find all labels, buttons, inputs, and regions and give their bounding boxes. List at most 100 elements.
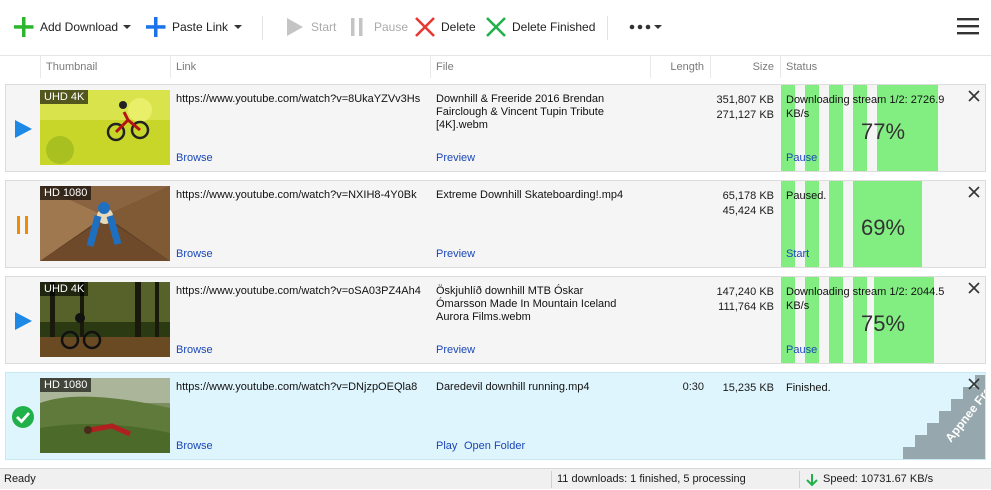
video-thumbnail: HD 1080 xyxy=(40,378,170,453)
progress-percent: 69% xyxy=(860,215,906,240)
column-file[interactable]: File xyxy=(430,56,650,78)
column-header: Thumbnail Link File Length Size Status xyxy=(0,56,991,78)
preview-link[interactable]: Preview xyxy=(436,344,475,356)
video-link: https://www.youtube.com/watch?v=oSA03PZ4… xyxy=(176,285,421,297)
progress-percent: 75% xyxy=(860,311,906,336)
quality-badge: HD 1080 xyxy=(40,186,92,200)
close-icon xyxy=(413,16,437,38)
size-downloaded: 45,424 KB xyxy=(722,205,774,217)
status-text: Paused. xyxy=(786,190,827,202)
speed-value: Speed: 10731.67 KB/s xyxy=(823,473,934,485)
hamburger-icon xyxy=(957,18,979,35)
preview-link[interactable]: Preview xyxy=(436,248,475,260)
file-name: Downhill & Freeride 2016 Brendan Fairclo… xyxy=(436,93,605,131)
quality-badge: UHD 4K xyxy=(40,90,89,104)
paste-link-label: Paste Link xyxy=(172,20,229,34)
browse-link[interactable]: Browse xyxy=(176,344,213,356)
close-icon[interactable] xyxy=(967,281,981,295)
column-thumbnail[interactable]: Thumbnail xyxy=(40,56,170,78)
delete-finished-label: Delete Finished xyxy=(512,20,596,34)
play-link[interactable]: Play xyxy=(436,440,457,452)
column-link[interactable]: Link xyxy=(170,56,430,78)
size-downloaded: 271,127 KB xyxy=(716,109,775,121)
pause-icon xyxy=(346,16,370,38)
start-link[interactable]: Start xyxy=(786,248,809,260)
file-size: 351,807 KB 271,127 KB xyxy=(706,93,775,123)
start-label: Start xyxy=(311,20,337,34)
more-dots-icon xyxy=(629,24,662,30)
video-length: 0:30 xyxy=(682,381,704,393)
open-folder-link[interactable]: Open Folder xyxy=(464,440,525,452)
toolbar-separator xyxy=(607,16,608,40)
download-arrow-icon xyxy=(806,473,818,486)
toolbar: Add Download Paste Link Start Pause Dele… xyxy=(0,0,991,56)
add-download-label: Add Download xyxy=(40,20,119,34)
size-downloaded: 111,764 KB xyxy=(718,301,774,313)
play-icon[interactable] xyxy=(11,309,35,333)
file-name: Öskjuhlíð downhill MTB Óskar Ómarsson Ma… xyxy=(436,285,617,323)
size-total: 65,178 KB xyxy=(722,190,774,202)
download-row[interactable]: HD 1080 https://www.youtube.com/watch?v=… xyxy=(5,372,986,460)
progress-percent: 77% xyxy=(860,119,906,144)
file-size: 15,235 KB xyxy=(706,381,774,396)
play-icon xyxy=(283,16,307,38)
size-total: 351,807 KB xyxy=(716,94,775,106)
paste-link-dropdown[interactable] xyxy=(233,16,245,38)
browse-link[interactable]: Browse xyxy=(176,152,213,164)
preview-link[interactable]: Preview xyxy=(436,152,475,164)
plus-icon xyxy=(12,16,36,38)
close-icon[interactable] xyxy=(967,89,981,103)
chevron-down-icon xyxy=(234,25,242,29)
download-row[interactable]: HD 1080 https://www.youtube.com/watch?v=… xyxy=(5,180,986,268)
video-link: https://www.youtube.com/watch?v=NXIH8-4Y… xyxy=(176,189,417,201)
menu-button[interactable] xyxy=(957,15,979,37)
file-name: Extreme Downhill Skateboarding!.mp4 xyxy=(436,189,624,201)
status-cell: Paused. 69% Start xyxy=(781,181,985,267)
add-download-button[interactable]: Add Download xyxy=(12,16,118,38)
download-row[interactable]: UHD 4K https://www.youtube.com/watch?v=o… xyxy=(5,276,986,364)
more-options-button[interactable] xyxy=(628,16,664,38)
pause-label: Pause xyxy=(374,20,409,34)
close-icon xyxy=(484,16,508,38)
download-row[interactable]: UHD 4K https://www.youtube.com/watch?v=8… xyxy=(5,84,986,172)
status-text: Downloading stream 1/2: 2044.5 KB/s xyxy=(786,286,945,312)
status-cell: Finished. Appnee Freeware Group. xyxy=(781,373,985,459)
paste-link-button[interactable]: Paste Link xyxy=(144,16,228,38)
check-icon xyxy=(11,405,35,429)
pause-button[interactable]: Pause xyxy=(346,16,408,38)
status-cell: Downloading stream 1/2: 2044.5 KB/s 75% … xyxy=(781,277,985,363)
video-link: https://www.youtube.com/watch?v=8UkaYZVv… xyxy=(176,93,421,105)
add-download-dropdown[interactable] xyxy=(122,16,134,38)
column-length[interactable]: Length xyxy=(650,56,710,78)
size-total: 15,235 KB xyxy=(722,382,774,394)
column-status[interactable]: Status xyxy=(780,56,991,78)
close-icon[interactable] xyxy=(967,185,981,199)
delete-label: Delete xyxy=(441,20,476,34)
plus-icon xyxy=(144,16,168,38)
quality-badge: HD 1080 xyxy=(40,378,92,392)
quality-badge: UHD 4K xyxy=(40,282,89,296)
file-size: 147,240 KB 111,764 KB xyxy=(706,285,775,315)
file-size: 65,178 KB 45,424 KB xyxy=(706,189,774,219)
status-separator xyxy=(799,471,800,488)
video-thumbnail: UHD 4K xyxy=(40,90,170,165)
status-separator xyxy=(551,471,552,488)
video-thumbnail: UHD 4K xyxy=(40,282,170,357)
delete-finished-button[interactable]: Delete Finished xyxy=(484,16,595,38)
pause-icon[interactable] xyxy=(11,213,35,237)
close-icon[interactable] xyxy=(967,377,981,391)
play-icon[interactable] xyxy=(11,117,35,141)
file-name: Daredevil downhill running.mp4 xyxy=(436,381,590,393)
browse-link[interactable]: Browse xyxy=(176,440,213,452)
pause-link[interactable]: Pause xyxy=(786,152,817,164)
status-bar: Ready 11 downloads: 1 finished, 5 proces… xyxy=(0,468,991,489)
chevron-down-icon xyxy=(123,25,131,29)
pause-link[interactable]: Pause xyxy=(786,344,817,356)
column-size[interactable]: Size xyxy=(710,56,780,78)
browse-link[interactable]: Browse xyxy=(176,248,213,260)
toolbar-separator xyxy=(262,16,263,40)
status-text: Downloading stream 1/2: 2726.9 KB/s xyxy=(786,94,945,120)
start-button[interactable]: Start xyxy=(283,16,336,38)
status-summary: 11 downloads: 1 finished, 5 processing xyxy=(557,473,746,485)
delete-button[interactable]: Delete xyxy=(413,16,476,38)
